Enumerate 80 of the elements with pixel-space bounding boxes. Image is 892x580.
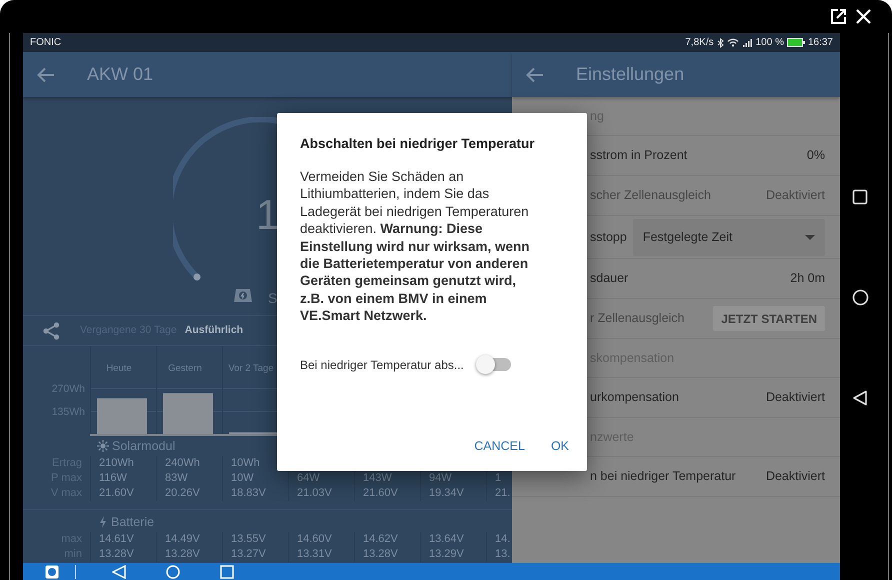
table-cell-text: 13.28V (363, 547, 398, 562)
carrier-name: FONIC (30, 36, 62, 50)
network-speed: 7,8K/s (685, 36, 714, 50)
screen-title: AKW 01 (87, 63, 154, 86)
share-icon[interactable] (43, 322, 60, 340)
table-cell-text: 10W (231, 471, 254, 486)
gauge-value: 1 (256, 192, 280, 238)
setting-label: sdauer (590, 270, 628, 288)
setting-label: sstopp (590, 228, 627, 246)
lightning-bolt-icon (99, 516, 107, 528)
setting-label: scher Zellenausgleich (590, 187, 711, 204)
clock-time: 16:37 (808, 36, 833, 50)
table-cell-text: 20.26V (165, 486, 200, 502)
table-cell-text: 13.27V (231, 547, 266, 562)
table-cell-text: 21.60V (363, 486, 398, 502)
external-link-icon[interactable] (830, 8, 847, 25)
setting-value: 0% (806, 147, 825, 164)
column-header: Vor 2 Tage (228, 363, 274, 374)
screen-title: Einstellungen (576, 63, 684, 86)
start-button: JETZT STARTEN (713, 306, 825, 331)
table-cell-text: 13. (495, 547, 510, 562)
gauge-caption: S (268, 289, 278, 308)
table-cell-text: 14. (495, 532, 510, 548)
battery-icon (786, 38, 805, 47)
table-cell-text: 13.29V (429, 547, 464, 562)
table-cell-text: 13.64V (429, 532, 464, 548)
table-cell-text: 1 (495, 471, 502, 486)
setting-value: Deaktiviert (766, 187, 825, 204)
bluetooth-icon (716, 38, 724, 48)
column-header: Gestern (168, 363, 202, 374)
app-icon[interactable] (45, 564, 59, 578)
table-cell-text: 240Wh (165, 456, 200, 472)
setting-value: 2h 0m (790, 270, 825, 288)
table-cell-text: 10Wh (231, 456, 260, 472)
setting-value: Deaktiviert (766, 389, 825, 406)
dropdown-value: Festgelegte Zeit (642, 228, 732, 246)
switch-label: Bei niedriger Temperatur abs... (300, 356, 464, 374)
table-cell-text: 94W (429, 471, 452, 486)
wifi-icon (726, 38, 739, 47)
battery-percent: 100 % (756, 36, 784, 50)
overview-square-icon[interactable] (852, 189, 868, 205)
table-cell-text: 21. (495, 486, 510, 502)
table-cell-text: 18.83V (231, 486, 266, 502)
sun-icon (97, 440, 109, 452)
section-title: Batterie (111, 514, 154, 531)
back-arrow-icon[interactable] (37, 66, 55, 82)
setting-label: n bei niedriger Temperatur (590, 468, 736, 486)
caret-down-icon (805, 234, 815, 240)
table-cell-text: 64W (297, 471, 320, 486)
toggle-switch[interactable] (476, 354, 512, 375)
setting-value: Deaktiviert (766, 468, 825, 486)
table-cell-text: 116W (99, 471, 127, 486)
back-triangle-icon[interactable] (852, 390, 868, 406)
table-cell-text: 14.49V (165, 532, 200, 548)
chart-bar (163, 393, 213, 434)
table-cell-text: 13.28V (99, 547, 134, 562)
section-title: Solarmodul (112, 438, 176, 455)
setting-label: sstrom in Prozent (590, 147, 688, 164)
column-header: Heute (106, 363, 132, 374)
close-icon[interactable] (855, 8, 872, 25)
tab[interactable]: Ausführlich (184, 322, 244, 338)
table-cell-text: 13.31V (297, 547, 332, 562)
table-cell-text: 19.34V (429, 486, 464, 502)
table-cell-text: 210Wh (99, 456, 134, 472)
home-circle-icon[interactable] (852, 289, 868, 306)
table-cell-text: 14.60V (297, 532, 332, 548)
dropdown[interactable]: Festgelegte Zeit (632, 218, 825, 256)
table-cell-text: 14.62V (363, 532, 398, 548)
table-cell-text: 21.60V (99, 486, 134, 502)
charger-icon (233, 288, 253, 303)
signal-icon (742, 38, 753, 47)
table-cell-text: 13.28V (165, 547, 200, 562)
table-cell-text: 13.55V (231, 532, 266, 548)
table-cell-text: 83W (165, 471, 188, 486)
chart-bar (97, 398, 147, 434)
table-cell-text: 143W (363, 471, 392, 486)
back-arrow-icon[interactable] (526, 66, 544, 82)
setting-label: urkompensation (590, 389, 679, 406)
table-cell-text: 21.03V (297, 486, 332, 502)
table-cell-text: 14.61V (99, 532, 134, 548)
